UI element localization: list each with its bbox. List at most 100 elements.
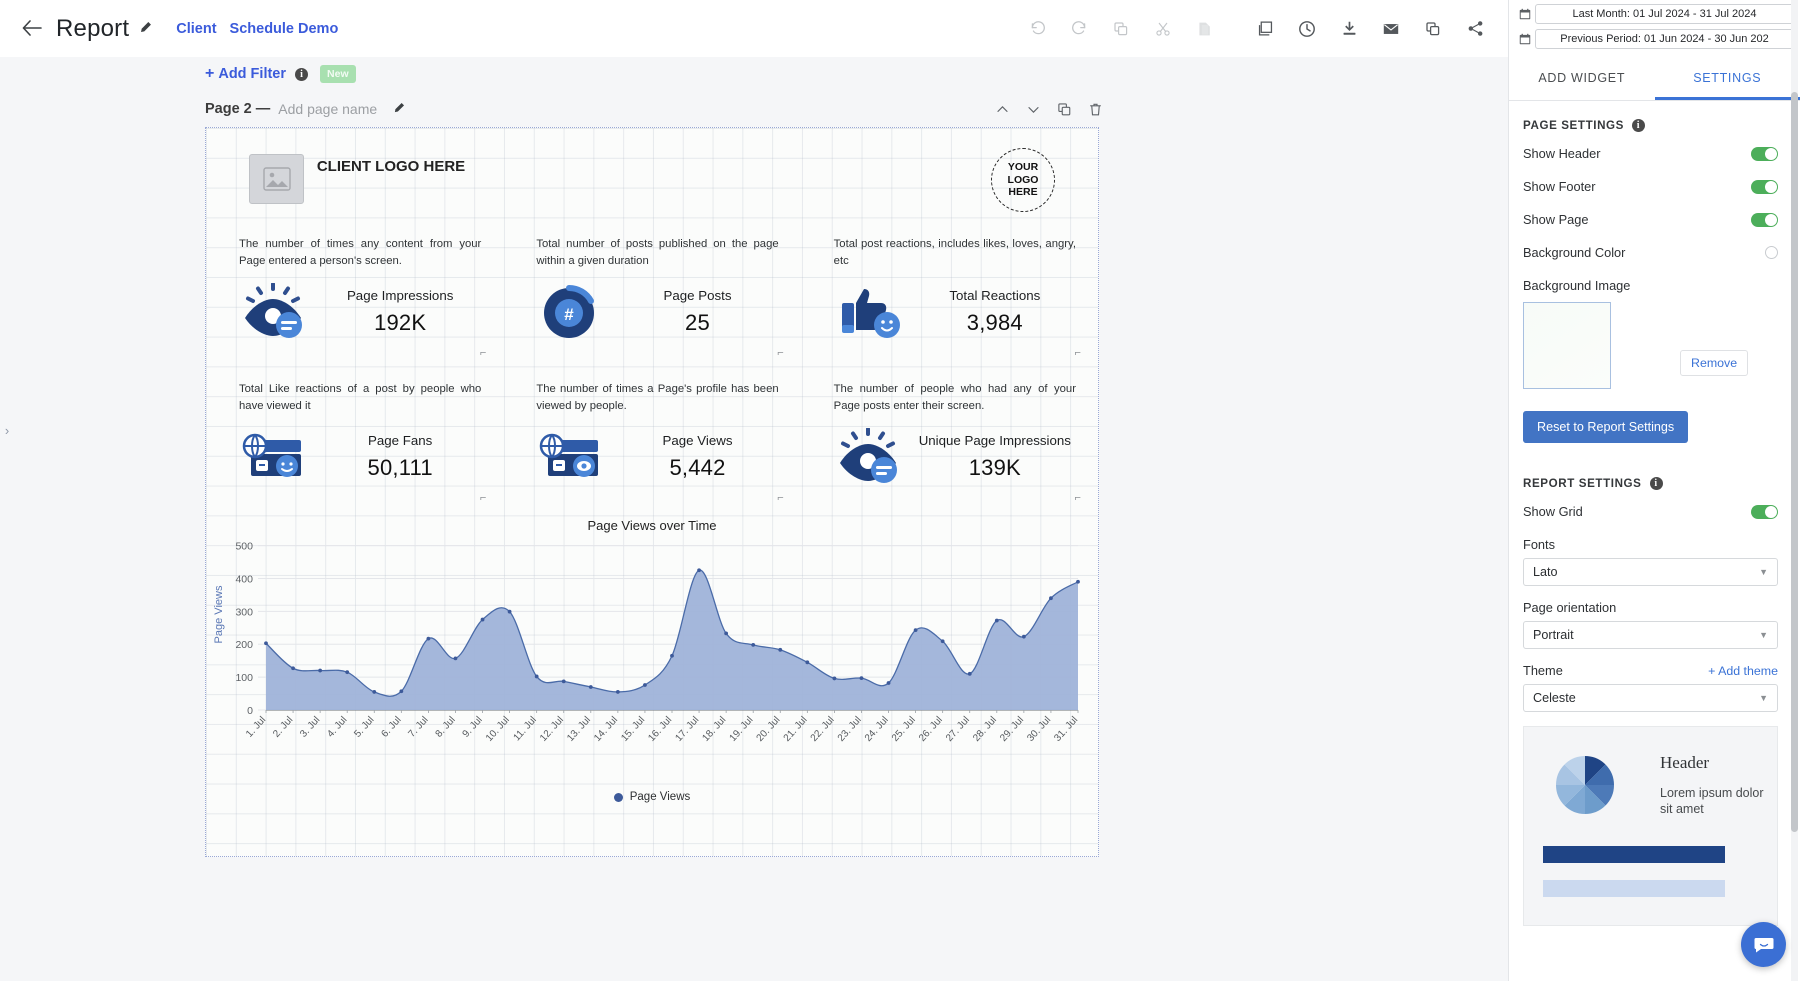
kpi-description: Total Like reactions of a post by people… <box>239 383 482 412</box>
arrow-left-icon[interactable] <box>22 18 42 40</box>
svg-text:15. Jul: 15. Jul <box>619 715 647 744</box>
svg-text:10. Jul: 10. Jul <box>484 715 512 744</box>
reset-to-report-settings-button[interactable]: Reset to Report Settings <box>1523 411 1689 443</box>
svg-text:13. Jul: 13. Jul <box>565 715 593 744</box>
panel-scrollbar-thumb[interactable] <box>1791 92 1798 832</box>
move-up-icon[interactable] <box>995 102 1010 117</box>
top-bar: Report Client Schedule Demo <box>0 0 1508 57</box>
cut-icon[interactable] <box>1148 14 1178 44</box>
widget-resize-handle[interactable]: ⌐ <box>1075 347 1081 359</box>
widget-resize-handle[interactable]: ⌐ <box>777 347 783 359</box>
remove-background-button[interactable]: Remove <box>1680 350 1749 376</box>
kpi-value: 3,984 <box>966 310 1023 335</box>
svg-text:2. Jul: 2. Jul <box>271 715 295 740</box>
page-name-input[interactable]: Add page name <box>278 101 377 117</box>
delete-page-icon[interactable] <box>1088 102 1103 117</box>
svg-text:20. Jul: 20. Jul <box>755 715 783 744</box>
widget-resize-handle[interactable]: ⌐ <box>480 347 486 359</box>
settings-scroll-area[interactable]: PAGE SETTINGS i Show Header Show Footer … <box>1509 101 1800 981</box>
filter-bar: + Add Filter i New <box>0 57 1508 91</box>
add-theme-button[interactable]: + Add theme <box>1708 664 1778 678</box>
date-range-primary[interactable]: Last Month: 01 Jul 2024 - 31 Jul 2024 <box>1535 4 1794 24</box>
svg-text:7. Jul: 7. Jul <box>406 715 430 740</box>
date-range-row: Previous Period: 01 Jun 2024 - 30 Jun 20… <box>1515 29 1794 49</box>
chart-widget[interactable]: Page Views over Time 0 100 200 300 400 500 1. … <box>206 518 1098 818</box>
share-icon[interactable] <box>1460 14 1490 44</box>
settings-content: PAGE SETTINGS i Show Header Show Footer … <box>1509 101 1800 926</box>
page-number-label: Page 2 — <box>205 101 271 117</box>
history-clock-icon[interactable] <box>1292 14 1322 44</box>
sidebar-expand-handle[interactable]: › <box>0 415 14 445</box>
paste-icon[interactable] <box>1190 14 1220 44</box>
kpi-widget[interactable]: The number of people who had any of your… <box>801 365 1098 510</box>
date-range-controls: Last Month: 01 Jul 2024 - 31 Jul 2024 Pr… <box>1509 0 1800 58</box>
setting-label: Background Color <box>1523 245 1626 260</box>
kpi-widget[interactable]: Total number of posts published on the p… <box>503 220 800 365</box>
add-filter-button[interactable]: + Add Filter <box>205 65 286 83</box>
kpi-row-1: The number of times any content from you… <box>206 220 1098 365</box>
redo-icon[interactable] <box>1064 14 1094 44</box>
pages-icon[interactable] <box>1250 14 1280 44</box>
widget-resize-handle[interactable]: ⌐ <box>1075 492 1081 504</box>
undo-icon[interactable] <box>1022 14 1052 44</box>
kpi-description: Total post reactions, includes likes, lo… <box>833 238 1076 267</box>
filter-info-icon[interactable]: i <box>295 67 309 81</box>
kpi-widget[interactable]: Total post reactions, includes likes, lo… <box>801 220 1098 365</box>
setting-label: Show Page <box>1523 212 1589 227</box>
chart-legend: Page Views <box>206 791 1098 803</box>
report-settings-info-icon[interactable]: i <box>1649 477 1663 490</box>
page-orientation-select[interactable]: Portrait ▼ <box>1523 621 1778 649</box>
copy-report-icon[interactable] <box>1418 14 1448 44</box>
kpi-label: Page Posts <box>663 288 732 303</box>
fonts-value: Lato <box>1533 565 1558 579</box>
show-page-toggle[interactable] <box>1751 212 1778 227</box>
fonts-select[interactable]: Lato ▼ <box>1523 558 1778 586</box>
fonts-label: Fonts <box>1523 537 1556 552</box>
theme-select[interactable]: Celeste ▼ <box>1523 684 1778 712</box>
download-icon[interactable] <box>1334 14 1364 44</box>
duplicate-page-icon[interactable] <box>1057 102 1072 117</box>
globe-views-icon <box>536 428 614 486</box>
breadcrumb-schedule-demo[interactable]: Schedule Demo <box>230 21 339 37</box>
tab-add-widget[interactable]: ADD WIDGET <box>1509 58 1655 100</box>
chat-bubble-icon[interactable] <box>1741 922 1786 967</box>
pencil-icon[interactable] <box>139 21 152 37</box>
kpi-widget[interactable]: Total Like reactions of a post by people… <box>206 365 503 510</box>
page-settings-info-icon[interactable]: i <box>1632 119 1645 132</box>
kpi-widget[interactable]: The number of times any content from you… <box>206 220 503 365</box>
background-color-swatch[interactable] <box>1765 246 1778 259</box>
new-badge: New <box>320 65 356 83</box>
svg-text:9. Jul: 9. Jul <box>461 715 485 740</box>
svg-text:#: # <box>565 305 575 324</box>
kpi-widget[interactable]: The number of times a Page's profile has… <box>503 365 800 510</box>
email-icon[interactable] <box>1376 14 1406 44</box>
client-logo-placeholder[interactable] <box>249 154 304 204</box>
svg-text:19. Jul: 19. Jul <box>728 715 756 744</box>
page-orientation-label: Page orientation <box>1523 600 1617 615</box>
show-header-toggle[interactable] <box>1751 146 1778 161</box>
theme-preview-bar-dark <box>1543 846 1725 863</box>
tab-settings[interactable]: SETTINGS <box>1654 58 1800 100</box>
hashtag-posts-icon: # <box>536 283 614 341</box>
add-filter-label: Add Filter <box>218 66 287 82</box>
setting-show-page: Show Page <box>1523 212 1778 227</box>
widget-resize-handle[interactable]: ⌐ <box>480 492 486 504</box>
widget-resize-handle[interactable]: ⌐ <box>777 492 783 504</box>
svg-text:17. Jul: 17. Jul <box>673 715 701 744</box>
report-canvas[interactable]: CLIENT LOGO HERE YOUR LOGO HERE The numb… <box>205 127 1099 857</box>
svg-text:26. Jul: 26. Jul <box>917 715 945 744</box>
show-footer-toggle[interactable] <box>1751 179 1778 194</box>
date-range-comparison[interactable]: Previous Period: 01 Jun 2024 - 30 Jun 20… <box>1535 29 1794 49</box>
report-header: CLIENT LOGO HERE YOUR LOGO HERE <box>206 128 1098 220</box>
page-name-pencil-icon[interactable] <box>393 102 405 117</box>
page-settings-label: PAGE SETTINGS <box>1523 119 1624 132</box>
legend-color-swatch <box>613 792 623 802</box>
page-title: Report <box>56 14 130 42</box>
svg-text:24. Jul: 24. Jul <box>863 715 891 744</box>
duplicate-icon[interactable] <box>1106 14 1136 44</box>
background-image-preview[interactable] <box>1523 302 1611 389</box>
move-down-icon[interactable] <box>1026 102 1041 117</box>
show-grid-toggle[interactable] <box>1751 504 1778 519</box>
breadcrumb-client[interactable]: Client <box>176 21 216 37</box>
your-logo-placeholder[interactable]: YOUR LOGO HERE <box>991 148 1055 212</box>
